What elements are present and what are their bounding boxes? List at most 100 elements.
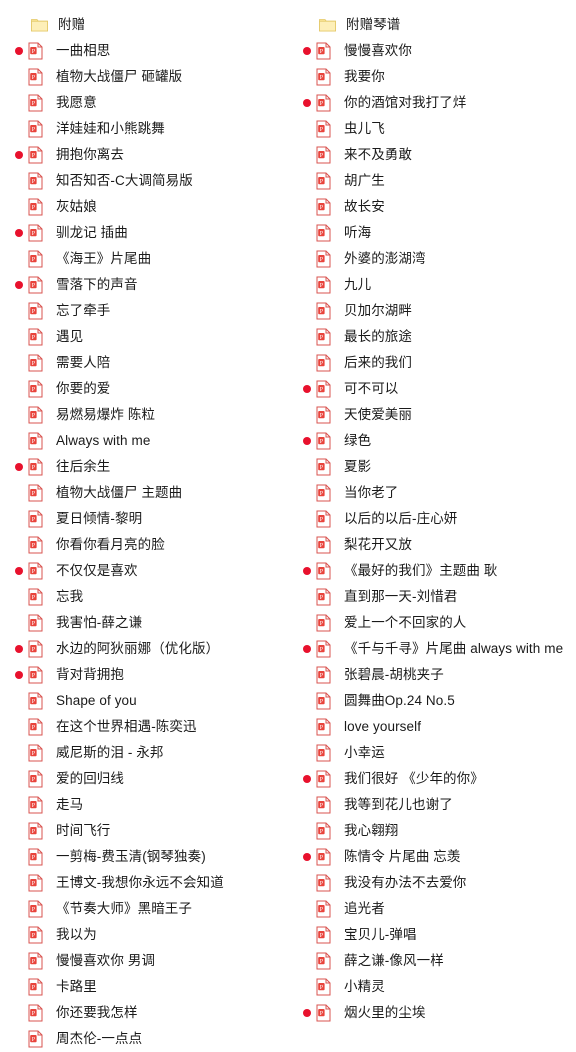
pdf-file-icon: P (316, 354, 331, 372)
file-row[interactable]: P 我愿意 (0, 90, 288, 116)
file-row[interactable]: P 绿色 (288, 428, 576, 454)
file-icon-slot: P (316, 1004, 338, 1022)
file-row[interactable]: P 你看你看月亮的脸 (0, 532, 288, 558)
file-row[interactable]: P 拥抱你离去 (0, 142, 288, 168)
file-row[interactable]: P 走马 (0, 792, 288, 818)
pdf-file-icon: P (316, 146, 331, 164)
file-row[interactable]: P 知否知否-C大调简易版 (0, 168, 288, 194)
file-icon-slot: P (316, 536, 338, 554)
file-row[interactable]: P 忘了牵手 (0, 298, 288, 324)
file-row[interactable]: P 直到那一天-刘惜君 (288, 584, 576, 610)
file-row[interactable]: P 《最好的我们》主题曲 耿 (288, 558, 576, 584)
file-row[interactable]: P 我没有办法不去爱你 (288, 870, 576, 896)
file-row[interactable]: P 胡广生 (288, 168, 576, 194)
file-row[interactable]: P 灰姑娘 (0, 194, 288, 220)
file-row[interactable]: P 最长的旅途 (288, 324, 576, 350)
file-row[interactable]: P 夏日倾情-黎明 (0, 506, 288, 532)
file-icon-slot: P (28, 484, 50, 502)
file-row[interactable]: P 你还要我怎样 (0, 1000, 288, 1026)
file-row[interactable]: P 一曲相思 (0, 38, 288, 64)
file-label: 绿色 (344, 433, 372, 449)
file-row[interactable]: P love yourself (288, 714, 576, 740)
folder-row-1[interactable]: 附赠琴谱 (288, 12, 576, 38)
file-row[interactable]: P 需要人陪 (0, 350, 288, 376)
folder-row-0[interactable]: 附赠 (0, 12, 288, 38)
file-row[interactable]: P 以后的以后-庄心妍 (288, 506, 576, 532)
file-row[interactable]: P 一剪梅-费玉清(钢琴独奏) (0, 844, 288, 870)
file-row[interactable]: P 我以为 (0, 922, 288, 948)
file-row[interactable]: P 水边的阿狄丽娜（优化版） (0, 636, 288, 662)
file-row[interactable]: P 当你老了 (288, 480, 576, 506)
file-row[interactable]: P 我害怕-薛之谦 (0, 610, 288, 636)
file-row[interactable]: P 时间飞行 (0, 818, 288, 844)
file-row[interactable]: P Shape of you (0, 688, 288, 714)
file-row[interactable]: P 《节奏大师》黑暗王子 (0, 896, 288, 922)
file-row[interactable]: P 我心翱翔 (288, 818, 576, 844)
file-label: 一剪梅-费玉清(钢琴独奏) (56, 849, 206, 865)
file-row[interactable]: P 往后余生 (0, 454, 288, 480)
file-row[interactable]: P 我要你 (288, 64, 576, 90)
file-row[interactable]: P 慢慢喜欢你 (288, 38, 576, 64)
file-row[interactable]: P 来不及勇敢 (288, 142, 576, 168)
file-row[interactable]: P 王博文-我想你永远不会知道 (0, 870, 288, 896)
file-icon-slot: P (28, 744, 50, 762)
file-row[interactable]: P 追光者 (288, 896, 576, 922)
file-row[interactable]: P 九儿 (288, 272, 576, 298)
file-row[interactable]: P 陈情令 片尾曲 忘羡 (288, 844, 576, 870)
file-row[interactable]: P 小幸运 (288, 740, 576, 766)
file-row[interactable]: P 爱的回归线 (0, 766, 288, 792)
file-row[interactable]: P 你要的爱 (0, 376, 288, 402)
file-row[interactable]: P 外婆的澎湖湾 (288, 246, 576, 272)
file-row[interactable]: P 爱上一个不回家的人 (288, 610, 576, 636)
file-label: 拥抱你离去 (56, 147, 124, 163)
file-row[interactable]: P Always with me (0, 428, 288, 454)
file-label: 在这个世界相遇-陈奕迅 (56, 719, 197, 735)
file-row[interactable]: P 不仅仅是喜欢 (0, 558, 288, 584)
file-row[interactable]: P 植物大战僵尸 主题曲 (0, 480, 288, 506)
file-icon-slot: P (316, 354, 338, 372)
file-row[interactable]: P 周杰伦-一点点 (0, 1026, 288, 1052)
file-row[interactable]: P 夏影 (288, 454, 576, 480)
file-label: 以后的以后-庄心妍 (344, 511, 458, 527)
file-row[interactable]: P 听海 (288, 220, 576, 246)
file-row[interactable]: P 烟火里的尘埃 (288, 1000, 576, 1026)
file-row[interactable]: P 在这个世界相遇-陈奕迅 (0, 714, 288, 740)
file-row[interactable]: P 《千与千寻》片尾曲 always with me (288, 636, 576, 662)
file-row[interactable]: P 贝加尔湖畔 (288, 298, 576, 324)
file-icon-slot: P (28, 562, 50, 580)
file-row[interactable]: P 薛之谦-像风一样 (288, 948, 576, 974)
file-icon-slot: P (28, 42, 50, 60)
file-row[interactable]: P 可不可以 (288, 376, 576, 402)
file-row[interactable]: P 我等到花儿也谢了 (288, 792, 576, 818)
file-row[interactable]: P 我们很好 《少年的你》 (288, 766, 576, 792)
file-row[interactable]: P 慢慢喜欢你 男调 (0, 948, 288, 974)
file-label: 威尼斯的泪 - 永邦 (56, 745, 164, 761)
file-label: 我害怕-薛之谦 (56, 615, 143, 631)
file-row[interactable]: P 梨花开又放 (288, 532, 576, 558)
file-row[interactable]: P 《海王》片尾曲 (0, 246, 288, 272)
file-row[interactable]: P 雪落下的声音 (0, 272, 288, 298)
file-row[interactable]: P 张碧晨-胡桃夹子 (288, 662, 576, 688)
file-row[interactable]: P 宝贝儿-弹唱 (288, 922, 576, 948)
file-icon-slot: P (28, 614, 50, 632)
file-label: 你要的爱 (56, 381, 111, 397)
file-row[interactable]: P 故长安 (288, 194, 576, 220)
file-row[interactable]: P 你的酒馆对我打了烊 (288, 90, 576, 116)
file-label: 需要人陪 (56, 355, 111, 371)
file-row[interactable]: P 天使爱美丽 (288, 402, 576, 428)
file-row[interactable]: P 圆舞曲Op.24 No.5 (288, 688, 576, 714)
marker-slot (298, 853, 316, 861)
file-row[interactable]: P 小精灵 (288, 974, 576, 1000)
file-row[interactable]: P 易燃易爆炸 陈粒 (0, 402, 288, 428)
file-row[interactable]: P 忘我 (0, 584, 288, 610)
file-row[interactable]: P 背对背拥抱 (0, 662, 288, 688)
file-label: 来不及勇敢 (344, 147, 412, 163)
file-row[interactable]: P 虫儿飞 (288, 116, 576, 142)
file-row[interactable]: P 卡路里 (0, 974, 288, 1000)
file-row[interactable]: P 植物大战僵尸 砸罐版 (0, 64, 288, 90)
file-row[interactable]: P 驯龙记 插曲 (0, 220, 288, 246)
file-row[interactable]: P 遇见 (0, 324, 288, 350)
file-row[interactable]: P 洋娃娃和小熊跳舞 (0, 116, 288, 142)
file-row[interactable]: P 威尼斯的泪 - 永邦 (0, 740, 288, 766)
file-row[interactable]: P 后来的我们 (288, 350, 576, 376)
